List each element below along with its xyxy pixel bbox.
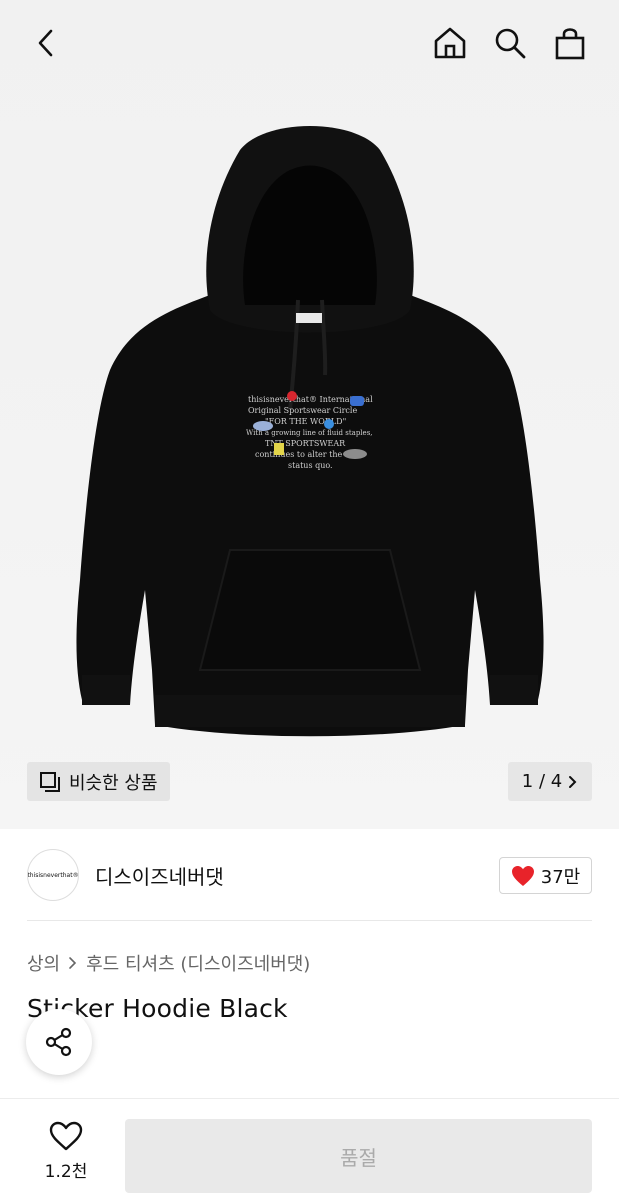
shopping-bag-icon bbox=[555, 28, 585, 60]
embroidery-line: continues to alter the bbox=[255, 450, 342, 459]
similar-items-icon bbox=[40, 771, 60, 792]
brand-like-count: 37만 bbox=[540, 866, 581, 888]
share-button[interactable] bbox=[26, 1009, 92, 1075]
cart-button[interactable] bbox=[548, 21, 592, 65]
brand-name[interactable]: 디스이즈네버댓 bbox=[95, 861, 224, 890]
embroidery-line: status quo. bbox=[288, 461, 333, 470]
home-button[interactable] bbox=[428, 21, 472, 65]
embroidery-line: "FOR THE WORLD" bbox=[265, 417, 346, 426]
search-icon bbox=[495, 28, 526, 59]
wishlist-button[interactable]: 1.2천 bbox=[28, 1121, 104, 1187]
heart-filled-icon bbox=[511, 865, 534, 886]
chevron-right-icon bbox=[69, 957, 77, 969]
home-icon bbox=[434, 27, 466, 59]
sold-out-button[interactable]: 품절 bbox=[125, 1119, 592, 1193]
heart-outline-icon bbox=[49, 1121, 83, 1151]
similar-products-button[interactable]: 비슷한 상품 bbox=[27, 762, 170, 801]
back-button[interactable] bbox=[24, 21, 68, 65]
share-icon bbox=[45, 1027, 72, 1057]
breadcrumb-subcategory[interactable]: 후드 티셔츠 (디스이즈네버댓) bbox=[86, 950, 310, 976]
brand-logo-text: thisisneverthat® bbox=[27, 871, 79, 879]
top-navigation-bar bbox=[0, 0, 619, 90]
chevron-right-icon bbox=[569, 775, 577, 788]
product-image-hoodie: thisisneverthat® International Original … bbox=[76, 126, 544, 737]
pager-text: 1 / 4 bbox=[521, 771, 563, 792]
similar-products-label: 비슷한 상품 bbox=[69, 772, 158, 794]
bottom-action-bar: 1.2천 품절 bbox=[0, 1098, 619, 1200]
search-button[interactable] bbox=[488, 21, 532, 65]
embroidery-line: Original Sportswear Circle bbox=[248, 406, 357, 415]
product-image-area[interactable]: thisisneverthat® International Original … bbox=[0, 0, 619, 829]
chevron-left-icon bbox=[38, 29, 53, 57]
wishlist-count: 1.2천 bbox=[44, 1162, 88, 1182]
brand-like-button[interactable]: 37만 bbox=[499, 857, 592, 894]
breadcrumb: 상의 후드 티셔츠 (디스이즈네버댓) bbox=[27, 950, 310, 976]
image-pager[interactable]: 1 / 4 bbox=[508, 762, 592, 801]
breadcrumb-category[interactable]: 상의 bbox=[27, 950, 60, 976]
brand-row[interactable]: thisisneverthat® 디스이즈네버댓 37만 bbox=[27, 829, 592, 921]
brand-logo[interactable]: thisisneverthat® bbox=[27, 849, 79, 901]
